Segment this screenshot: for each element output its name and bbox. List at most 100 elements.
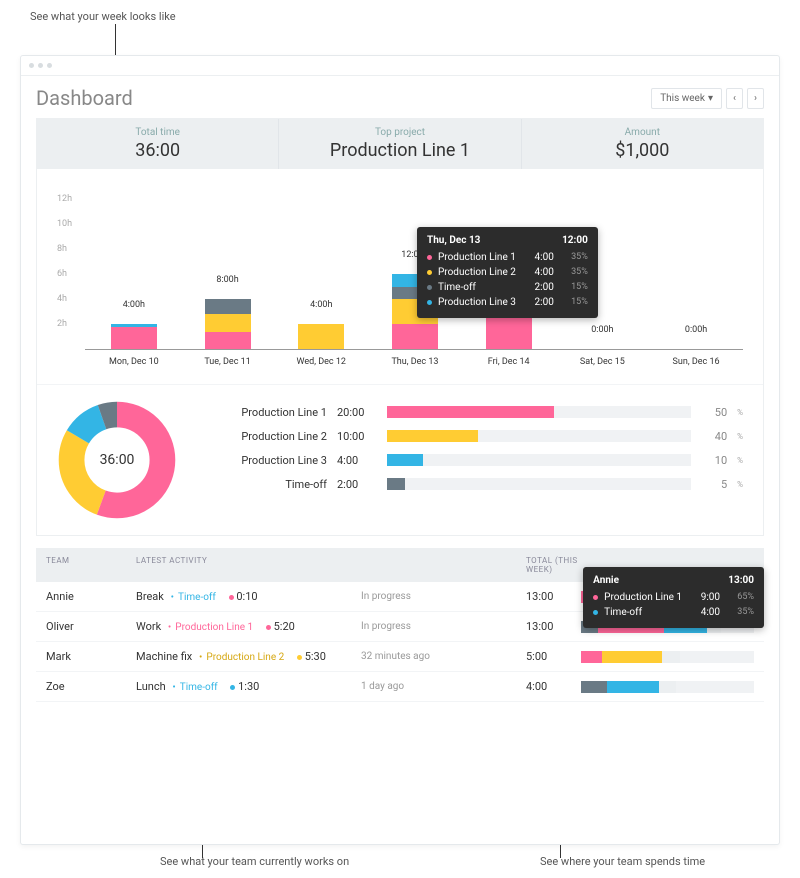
- team-row[interactable]: Zoe Lunch •Time-off 1:30 1 day ago 4:00: [36, 672, 764, 702]
- bar-column[interactable]: 4:00hWed, Dec 12: [298, 199, 344, 349]
- bar-segment: [205, 314, 251, 332]
- tooltip-series-pct: 15%: [560, 296, 588, 310]
- bar-x-label: Fri, Dec 14: [488, 357, 530, 367]
- tooltip-series-value: 2:00: [522, 280, 554, 295]
- status-dot-icon: [266, 625, 271, 630]
- tooltip-series-value: 4:00: [522, 265, 554, 280]
- activity-status: 1 day ago: [361, 681, 526, 692]
- annotation-works-on: See what your team currently works on: [160, 855, 349, 868]
- tooltip-row: Time-off 4:00 35%: [593, 605, 754, 620]
- legend-dot-icon: [427, 285, 432, 290]
- bar-x-label: Sun, Dec 16: [673, 357, 720, 367]
- tooltip-row: Production Line 1 4:00 35%: [427, 250, 588, 265]
- tooltip-series-name: Time-off: [604, 605, 682, 620]
- activity-status: 32 minutes ago: [361, 651, 526, 662]
- tooltip-row: Production Line 1 9:00 65%: [593, 590, 754, 605]
- chevron-left-icon: ‹: [733, 93, 736, 104]
- summary-label: Amount: [522, 127, 763, 138]
- member-mini-bar: [581, 681, 754, 693]
- activity-duration: 5:30: [305, 650, 326, 663]
- bar-x-label: Thu, Dec 13: [391, 357, 438, 367]
- breakdown-time: 20:00: [337, 406, 377, 419]
- activity-task: Machine fix: [136, 650, 192, 663]
- bar-value-label: 4:00h: [310, 300, 332, 310]
- prev-button[interactable]: ‹: [726, 88, 743, 109]
- chevron-down-icon: ▾: [708, 93, 713, 104]
- bar-column[interactable]: 0:00hSun, Dec 16: [673, 199, 719, 349]
- summary-row: Total time 36:00 Top project Production …: [37, 119, 763, 169]
- summary-total-time: Total time 36:00: [37, 119, 279, 169]
- y-tick: 4h: [57, 294, 67, 304]
- bar-segment: [392, 324, 438, 349]
- pct-unit: %: [737, 480, 743, 489]
- breakdown-row[interactable]: Production Line 3 4:00 10 %: [207, 448, 743, 472]
- breakdown-bar: [387, 454, 423, 466]
- team-tooltip: Annie 13:00 Production Line 1 9:00 65% T…: [583, 567, 764, 628]
- summary-value: 36:00: [37, 140, 278, 161]
- tooltip-series-pct: 35%: [560, 251, 588, 265]
- summary-top-project: Top project Production Line 1: [279, 119, 521, 169]
- legend-dot-icon: [593, 610, 598, 615]
- breakdown-pct: 10: [701, 454, 727, 467]
- tooltip-title: Annie: [593, 575, 619, 586]
- page-title: Dashboard: [36, 86, 133, 110]
- breakdown-row[interactable]: Production Line 1 20:00 50 %: [207, 400, 743, 424]
- pct-unit: %: [737, 408, 743, 417]
- member-mini-bar: [581, 651, 754, 663]
- mini-bar-segment: [581, 651, 602, 663]
- breakdown-track: [387, 454, 691, 466]
- activity-project: Time-off: [180, 682, 218, 693]
- activity-task: Break: [136, 590, 164, 603]
- mini-bar-segment: [659, 681, 676, 693]
- status-dot-icon: [297, 655, 302, 660]
- legend-dot-icon: [593, 595, 598, 600]
- latest-activity: Work •Production Line 1 5:20: [136, 620, 361, 633]
- range-dropdown[interactable]: This week ▾: [651, 88, 722, 109]
- activity-duration: 1:30: [238, 680, 259, 693]
- summary-panel: Total time 36:00 Top project Production …: [36, 118, 764, 536]
- latest-activity: Machine fix •Production Line 2 5:30: [136, 650, 361, 663]
- team-panel: TEAM LATEST ACTIVITY TOTAL (THIS WEEK) A…: [36, 548, 764, 702]
- tooltip-series-value: 9:00: [688, 590, 720, 605]
- tooltip-series-name: Production Line 1: [604, 590, 682, 605]
- tooltip-series-name: Production Line 2: [438, 265, 516, 280]
- breakdown-row[interactable]: Production Line 2 10:00 40 %: [207, 424, 743, 448]
- legend-dot-icon: [427, 300, 432, 305]
- team-row[interactable]: Mark Machine fix •Production Line 2 5:30…: [36, 642, 764, 672]
- status-dot-icon: [230, 685, 235, 690]
- breakdown-pct: 50: [701, 406, 727, 419]
- breakdown-bar: [387, 478, 405, 490]
- bar-column[interactable]: 8:00hTue, Dec 11: [205, 199, 251, 349]
- breakdown-track: [387, 478, 691, 490]
- breakdown-time: 10:00: [337, 430, 377, 443]
- bar-segment: [486, 317, 532, 350]
- range-label: This week: [660, 93, 705, 104]
- activity-status: In progress: [361, 591, 526, 602]
- breakdown-pct: 40: [701, 430, 727, 443]
- tooltip-series-name: Time-off: [438, 280, 516, 295]
- bar-x-label: Mon, Dec 10: [109, 357, 159, 367]
- bar-segment: [205, 299, 251, 314]
- bar-segment: [205, 332, 251, 350]
- tooltip-total: 12:00: [562, 235, 588, 246]
- tooltip-row: Production Line 3 2:00 15%: [427, 295, 588, 310]
- breakdown-row[interactable]: Time-off 2:00 5 %: [207, 472, 743, 496]
- bar-column[interactable]: 4:00hMon, Dec 10: [111, 199, 157, 349]
- activity-duration: 0:10: [236, 590, 257, 603]
- activity-duration: 5:20: [274, 620, 295, 633]
- member-total: 5:00: [526, 650, 581, 663]
- mini-bar-segment: [662, 651, 679, 663]
- tooltip-series-pct: 65%: [726, 591, 754, 605]
- member-name: Mark: [46, 650, 136, 663]
- traffic-light-icon: [38, 63, 43, 68]
- member-total: 4:00: [526, 680, 581, 693]
- breakdown-track: [387, 406, 691, 418]
- summary-label: Total time: [37, 127, 278, 138]
- breakdown-name: Production Line 2: [207, 430, 327, 443]
- bar-value-label: 8:00h: [216, 275, 238, 285]
- next-button[interactable]: ›: [747, 88, 764, 109]
- bar-segment: [111, 327, 157, 350]
- summary-value: $1,000: [522, 140, 763, 161]
- traffic-light-icon: [29, 63, 34, 68]
- team-row[interactable]: Annie Break •Time-off 0:10 In progress 1…: [36, 582, 764, 612]
